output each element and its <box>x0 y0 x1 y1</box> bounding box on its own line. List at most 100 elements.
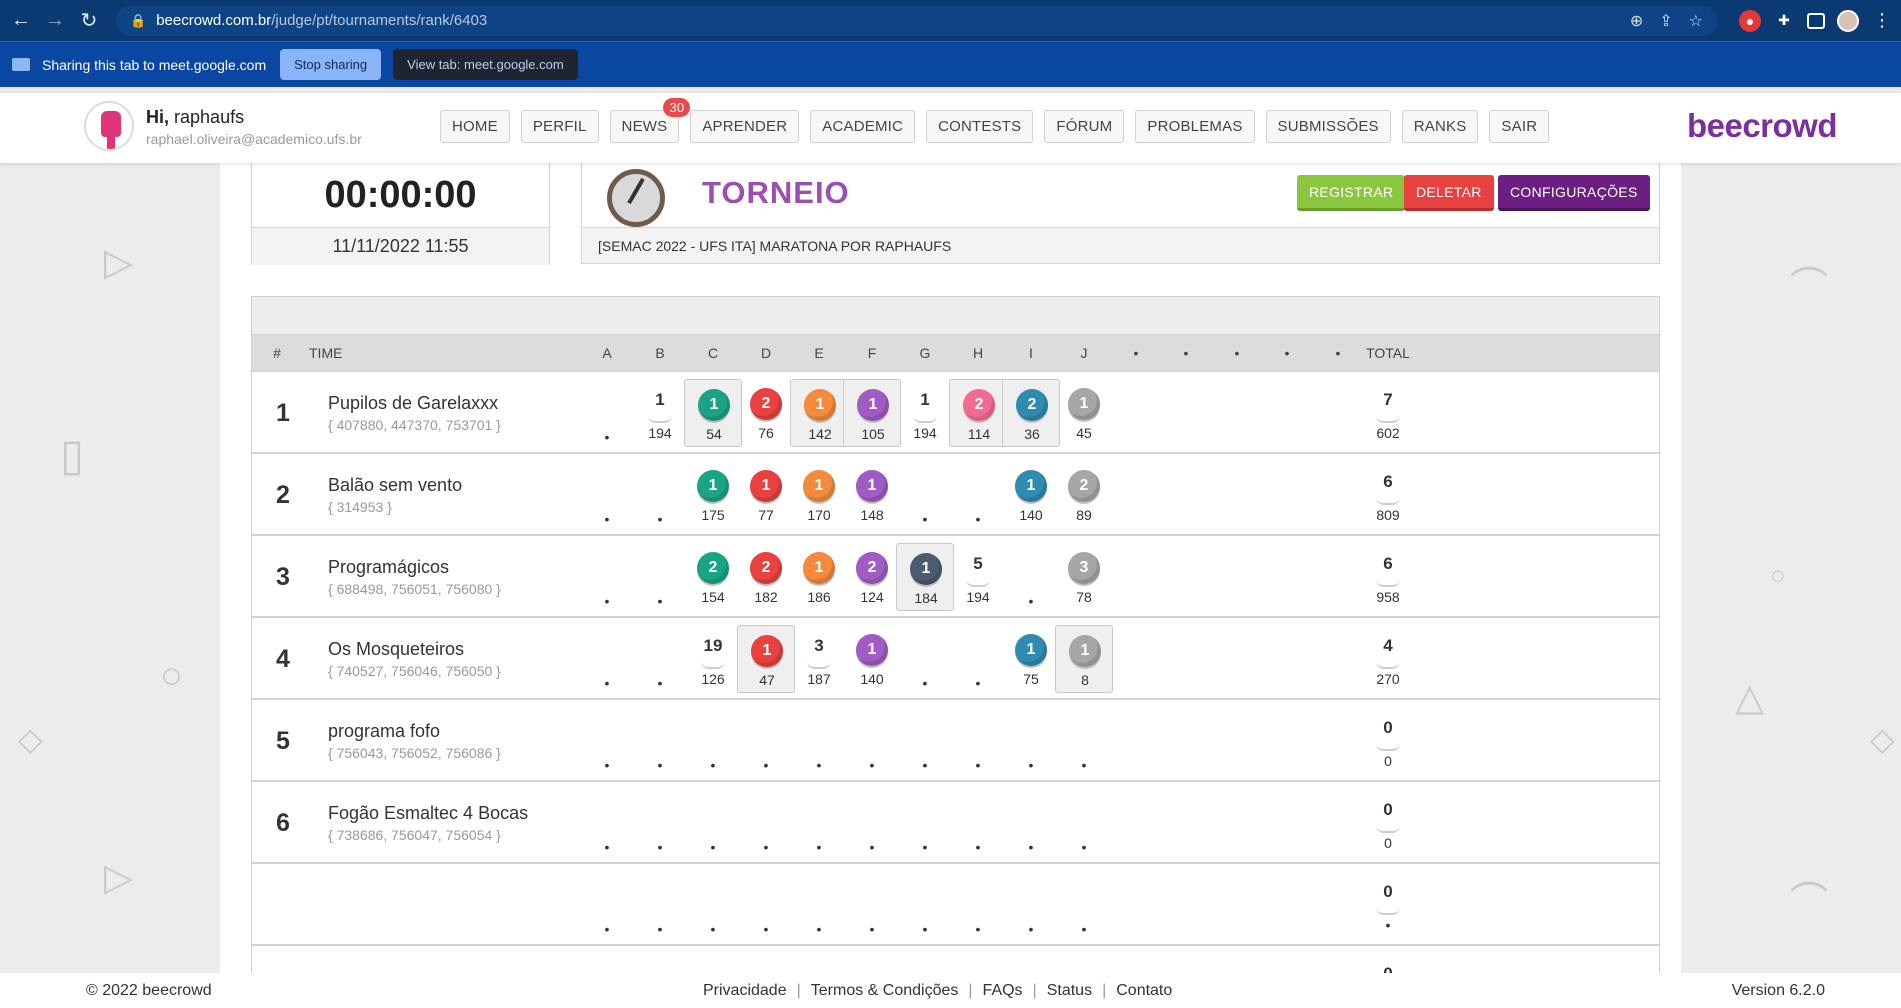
table-row[interactable]: 3 Programágicos { 688498, 756051, 756080 }… <box>252 536 1659 618</box>
column-header-problem[interactable]: G <box>920 345 931 361</box>
nav-home-button[interactable]: HOME <box>440 110 510 143</box>
column-header-problem[interactable]: I <box>1029 345 1033 361</box>
nav-perfil-button[interactable]: PERFIL <box>520 110 599 143</box>
column-header-problem[interactable]: E <box>814 345 823 361</box>
nav-contests-button[interactable]: CONTESTS <box>926 110 1034 143</box>
problem-cell-c[interactable]: 19 126 <box>684 625 742 693</box>
problem-cell-g[interactable]: • <box>896 707 954 775</box>
problem-cell-c[interactable]: • <box>684 707 742 775</box>
reload-icon[interactable]: ↻ <box>76 8 102 34</box>
problem-cell-i[interactable]: 1 75 <box>1002 625 1060 693</box>
problem-cell-b[interactable]: 1 194 <box>631 379 689 447</box>
problem-cell-a[interactable]: • <box>578 461 636 529</box>
problem-cell-i[interactable]: 1 140 <box>1002 461 1060 529</box>
footer-link-termos-condicoes[interactable]: Termos & Condições <box>811 982 959 1000</box>
problem-cell-d[interactable]: 2 76 <box>737 379 795 447</box>
team-name[interactable]: Programágicos <box>328 557 449 578</box>
problem-cell-e[interactable]: • <box>790 871 848 939</box>
problem-cell-b[interactable]: • <box>631 789 689 857</box>
problem-cell-f[interactable]: 2 124 <box>843 543 901 611</box>
problem-cell-j[interactable]: • <box>1055 707 1113 775</box>
problem-cell-c[interactable]: 2 154 <box>684 543 742 611</box>
problem-cell-e[interactable]: • <box>790 789 848 857</box>
problem-cell-j[interactable]: • <box>1055 871 1113 939</box>
zoom-icon[interactable]: ⊕ <box>1630 11 1643 31</box>
brand-logo[interactable]: beecrowd <box>1687 107 1838 145</box>
team-name[interactable]: Balão sem vento <box>328 475 462 496</box>
problem-cell-a[interactable]: • <box>578 789 636 857</box>
team-name[interactable]: programa fofo <box>328 721 440 742</box>
nav-news-button[interactable]: NEWS 30 <box>609 98 691 143</box>
problem-cell-h[interactable]: 5 194 <box>949 543 1007 611</box>
settings-button[interactable]: CONFIGURAÇÕES <box>1498 175 1650 211</box>
problem-cell-i[interactable]: 2 36 <box>1002 379 1060 447</box>
problem-cell-a[interactable]: • <box>578 543 636 611</box>
problem-cell-c[interactable]: • <box>684 789 742 857</box>
problem-cell-g[interactable]: 1 184 <box>896 543 954 611</box>
problem-cell-c[interactable]: 1 54 <box>684 379 742 447</box>
delete-button[interactable]: DELETAR <box>1404 175 1494 211</box>
puzzle-icon[interactable]: ✚ <box>1773 10 1795 32</box>
nav-ranks-button[interactable]: RANKS <box>1401 110 1479 143</box>
problem-cell-g[interactable]: • <box>896 461 954 529</box>
problem-cell-j[interactable]: 3 78 <box>1055 543 1113 611</box>
problem-cell-f[interactable]: 1 148 <box>843 461 901 529</box>
problem-cell-c[interactable]: 1 175 <box>684 461 742 529</box>
column-header-problem[interactable]: • <box>1235 345 1240 361</box>
problem-cell-f[interactable]: • <box>843 871 901 939</box>
problem-cell-a[interactable]: • <box>578 707 636 775</box>
nav-academic-button[interactable]: ACADEMIC <box>810 110 916 143</box>
nav-aprender-button[interactable]: APRENDER <box>690 110 800 143</box>
problem-cell-e[interactable]: 3 187 <box>790 625 848 693</box>
problem-cell-b[interactable]: • <box>631 543 689 611</box>
user-box[interactable]: Hi, raphaufs raphael.oliveira@academico.… <box>84 101 362 151</box>
problem-cell-h[interactable]: • <box>949 625 1007 693</box>
nav-submissoes-button[interactable]: SUBMISSÕES <box>1265 110 1391 143</box>
avatar[interactable] <box>84 101 134 151</box>
column-header-problem[interactable]: H <box>973 345 983 361</box>
table-row[interactable]: 6 Fogão Esmaltec 4 Bocas { 738686, 756047,… <box>252 782 1659 864</box>
problem-cell-g[interactable]: 1 194 <box>896 379 954 447</box>
problem-cell-d[interactable]: • <box>737 871 795 939</box>
problem-cell-h[interactable]: • <box>949 871 1007 939</box>
problem-cell-f[interactable]: • <box>843 789 901 857</box>
share-icon[interactable]: ⇪ <box>1659 11 1672 31</box>
nav-forum-button[interactable]: FÓRUM <box>1044 110 1125 143</box>
footer-link-faqs[interactable]: FAQs <box>983 982 1023 1000</box>
problem-cell-d[interactable]: • <box>737 707 795 775</box>
problem-cell-b[interactable]: • <box>631 625 689 693</box>
problem-cell-b[interactable]: • <box>631 707 689 775</box>
problem-cell-h[interactable]: • <box>949 707 1007 775</box>
problem-cell-a[interactable]: • <box>578 625 636 693</box>
problem-cell-a[interactable]: • <box>578 871 636 939</box>
profile-avatar-icon[interactable] <box>1837 9 1859 32</box>
column-header-problem[interactable]: C <box>708 345 718 361</box>
problem-cell-i[interactable]: • <box>1002 871 1060 939</box>
problem-cell-f[interactable]: 1 105 <box>843 379 901 447</box>
problem-cell-i[interactable]: • <box>1002 707 1060 775</box>
footer-link-contato[interactable]: Contato <box>1116 982 1172 1000</box>
column-header-problem[interactable]: B <box>655 345 664 361</box>
problem-cell-g[interactable]: • <box>896 789 954 857</box>
extension-icon[interactable]: ● <box>1739 9 1761 32</box>
problem-cell-h[interactable]: • <box>949 461 1007 529</box>
problem-cell-d[interactable]: • <box>737 789 795 857</box>
table-row[interactable]: 2 Balão sem vento{ 314953 } • • 1 175 1 77 1 170 1… <box>252 454 1659 536</box>
back-icon[interactable]: ← <box>8 8 34 34</box>
problem-cell-d[interactable]: 1 77 <box>737 461 795 529</box>
stop-sharing-button[interactable]: Stop sharing <box>280 49 382 80</box>
table-row[interactable]: • • • • • • • • • • 0 • <box>252 864 1659 946</box>
problem-cell-j[interactable]: 2 89 <box>1055 461 1113 529</box>
problem-cell-d[interactable]: 2 182 <box>737 543 795 611</box>
column-header-problem[interactable]: D <box>761 345 771 361</box>
problem-cell-i[interactable]: • <box>1002 789 1060 857</box>
column-header-problem[interactable]: J <box>1081 345 1088 361</box>
team-name[interactable]: Pupilos de Garelaxxx <box>328 393 498 414</box>
table-row[interactable]: 1 Pupilos de Garelaxxx { 407880, 447370, 7… <box>252 372 1659 454</box>
problem-cell-e[interactable]: • <box>790 707 848 775</box>
problem-cell-j[interactable]: 18 <box>1055 625 1113 693</box>
problem-cell-j[interactable]: • <box>1055 789 1113 857</box>
problem-cell-g[interactable]: • <box>896 871 954 939</box>
register-button[interactable]: REGISTRAR <box>1297 175 1406 211</box>
problem-cell-b[interactable]: • <box>631 871 689 939</box>
